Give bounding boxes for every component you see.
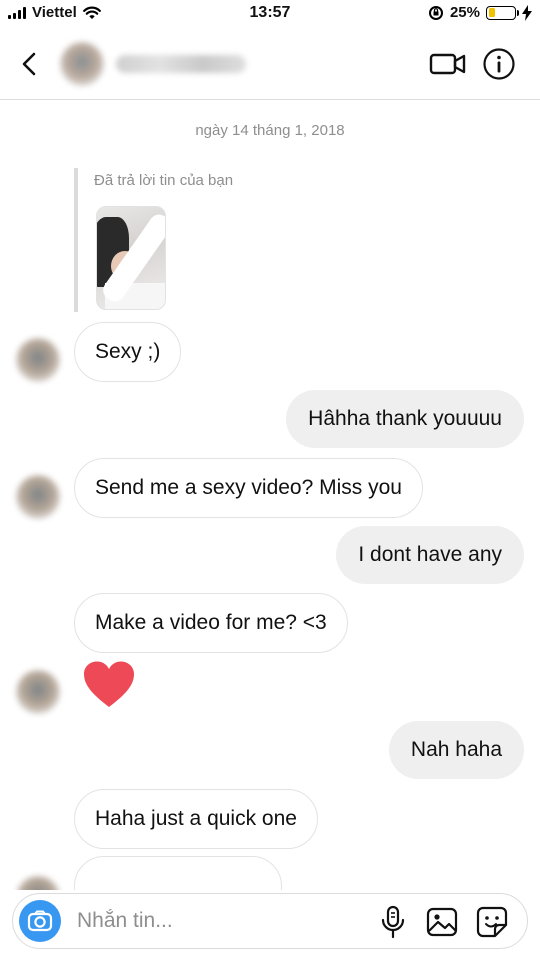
status-right: 25% [428, 4, 532, 21]
message-incoming[interactable]: Make a video for me? <3 [74, 593, 348, 653]
video-call-button[interactable] [428, 48, 468, 80]
message-incoming[interactable]: Haha just a quick one [74, 789, 318, 849]
message-thread[interactable]: ngày 14 tháng 1, 2018 Đã trả lời tin của… [0, 100, 540, 890]
orientation-lock-icon [428, 5, 443, 20]
gallery-icon[interactable] [425, 905, 459, 939]
contact-avatar[interactable] [60, 42, 104, 86]
battery-percent: 25% [449, 4, 480, 21]
camera-button[interactable] [19, 900, 61, 942]
battery-fill [488, 8, 495, 17]
message-outgoing[interactable]: Nah haha [388, 721, 524, 779]
sender-avatar[interactable] [16, 670, 60, 714]
message-composer [12, 893, 528, 949]
info-button[interactable] [482, 47, 516, 81]
story-reply[interactable]: Đã trả lời tin của bạn [74, 168, 334, 312]
battery-icon [486, 5, 519, 20]
camera-icon [27, 910, 53, 932]
status-bar: Viettel 13:57 25% [0, 0, 540, 28]
microphone-icon[interactable] [377, 905, 409, 939]
message-incoming[interactable]: Sexy ;) [74, 322, 182, 382]
message-incoming-partial[interactable] [74, 856, 282, 890]
sender-avatar[interactable] [16, 876, 60, 890]
message-input[interactable] [77, 906, 357, 936]
story-thumbnail[interactable] [96, 206, 166, 310]
sender-avatar[interactable] [16, 338, 60, 382]
message-outgoing[interactable]: I dont have any [336, 526, 524, 584]
date-separator: ngày 14 tháng 1, 2018 [195, 122, 345, 139]
back-button[interactable] [16, 48, 44, 80]
message-outgoing[interactable]: Hâhha thank youuuu [286, 390, 524, 448]
chat-header [0, 28, 540, 100]
message-incoming[interactable]: Send me a sexy video? Miss you [74, 458, 423, 518]
reply-label: Đã trả lời tin của bạn [94, 172, 234, 189]
charging-bolt-icon [522, 4, 532, 21]
contact-name-blurred[interactable] [116, 55, 246, 73]
sticker-icon[interactable] [475, 905, 509, 939]
sender-avatar[interactable] [16, 475, 60, 519]
heart-icon[interactable] [82, 660, 136, 710]
